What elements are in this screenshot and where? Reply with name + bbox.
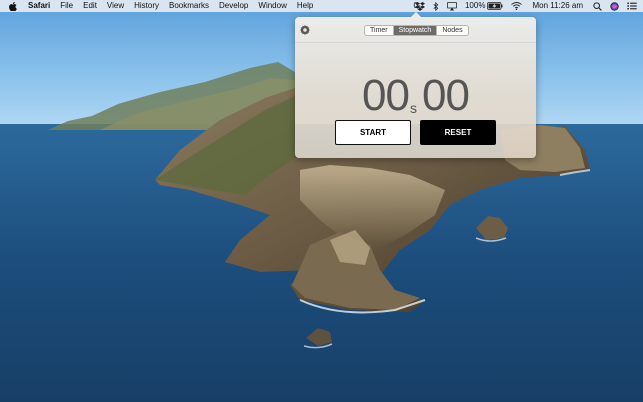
tab-stopwatch[interactable]: Stopwatch	[393, 26, 438, 35]
wifi-icon[interactable]	[511, 0, 523, 12]
menu-history[interactable]: History	[134, 0, 159, 12]
menu-view[interactable]: View	[107, 0, 124, 12]
mode-segmented-control: Timer Stopwatch Nodes	[364, 25, 469, 36]
tab-timer[interactable]: Timer	[365, 26, 394, 35]
bluetooth-icon[interactable]	[433, 0, 439, 12]
reset-button[interactable]: RESET	[420, 120, 496, 145]
stopwatch-readout: 00s 00	[295, 73, 536, 119]
gear-icon[interactable]	[300, 22, 310, 35]
menubar-clock[interactable]: Mon 11:26 am	[532, 0, 583, 12]
menu-edit[interactable]: Edit	[83, 0, 97, 12]
battery-percent[interactable]: 100%	[465, 0, 485, 12]
menu-file[interactable]: File	[60, 0, 73, 12]
notification-center-icon[interactable]	[627, 0, 637, 12]
menu-help[interactable]: Help	[297, 0, 313, 12]
dropbox-icon[interactable]	[414, 0, 425, 12]
start-button[interactable]: START	[335, 120, 411, 145]
popover-divider	[295, 42, 536, 43]
hundredths-value: 00	[422, 71, 470, 120]
spotlight-search-icon[interactable]	[593, 0, 602, 12]
menu-window[interactable]: Window	[258, 0, 286, 12]
menu-develop[interactable]: Develop	[219, 0, 248, 12]
menu-bookmarks[interactable]: Bookmarks	[169, 0, 209, 12]
stopwatch-popover: Timer Stopwatch Nodes 00s 00 START RESET	[295, 12, 536, 158]
menubar-status-area: 100% Mon 11:26 am	[407, 0, 637, 12]
battery-charging-icon[interactable]	[487, 0, 503, 12]
menu-bar: Safari File Edit View History Bookmarks …	[0, 0, 643, 12]
apple-logo-icon[interactable]	[9, 0, 19, 12]
tab-nodes[interactable]: Nodes	[437, 26, 467, 35]
menu-app-name[interactable]: Safari	[28, 0, 50, 12]
siri-icon[interactable]	[610, 0, 619, 12]
airplay-icon[interactable]	[447, 0, 457, 12]
seconds-value: 00	[362, 71, 410, 120]
seconds-unit: s	[410, 100, 417, 116]
